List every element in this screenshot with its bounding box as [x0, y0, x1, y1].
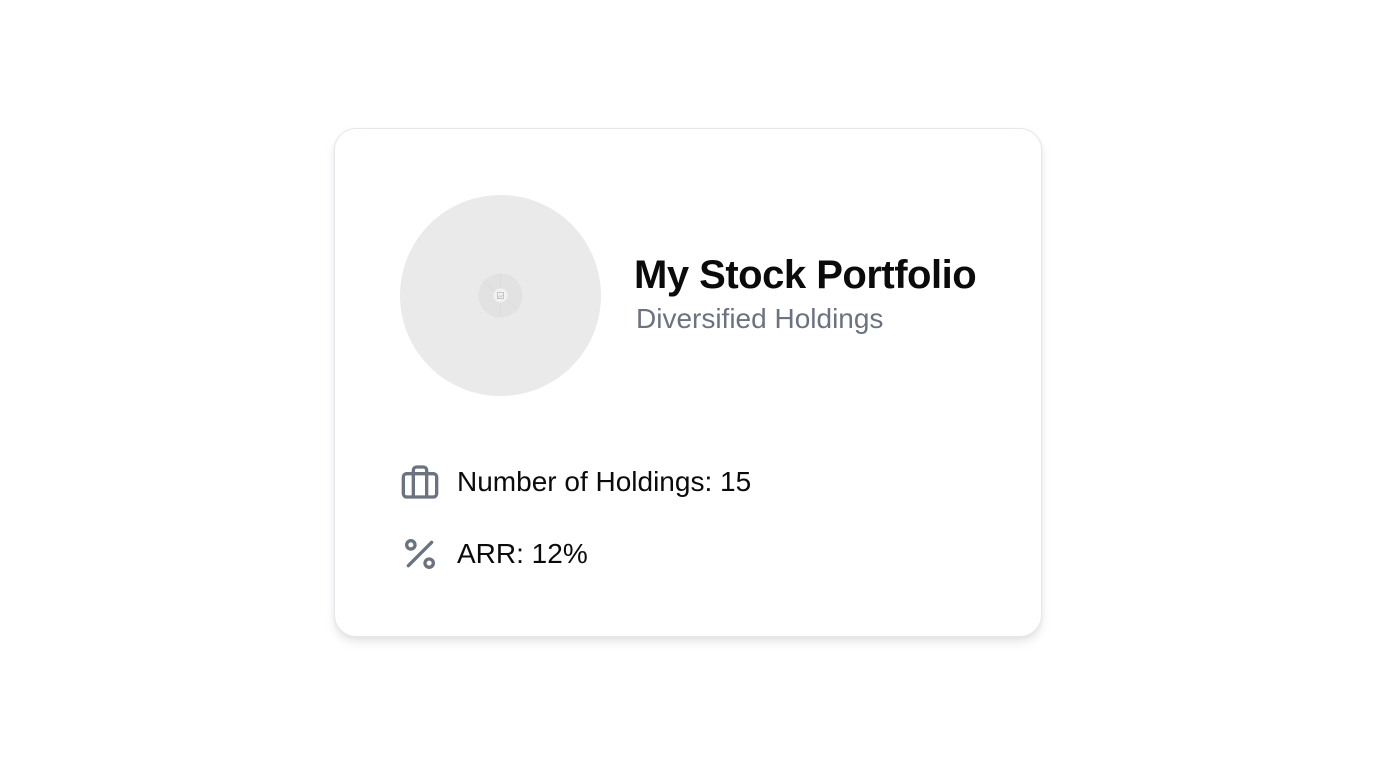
image-placeholder-icon	[478, 273, 523, 318]
arr-label: ARR: 12%	[457, 538, 588, 569]
percent-icon	[400, 534, 440, 574]
portfolio-avatar	[400, 195, 601, 396]
briefcase-icon	[400, 462, 440, 502]
portfolio-subtitle: Diversified Holdings	[636, 303, 884, 334]
arr-stat: ARR: 12%	[400, 534, 588, 574]
holdings-count-label: Number of Holdings: 15	[457, 466, 752, 497]
portfolio-header: My Stock Portfolio Diversified Holdings	[634, 251, 1024, 336]
portfolio-title: My Stock Portfolio	[634, 253, 977, 297]
holdings-stat: Number of Holdings: 15	[400, 462, 751, 502]
portfolio-card: My Stock Portfolio Diversified Holdings …	[334, 128, 1042, 637]
